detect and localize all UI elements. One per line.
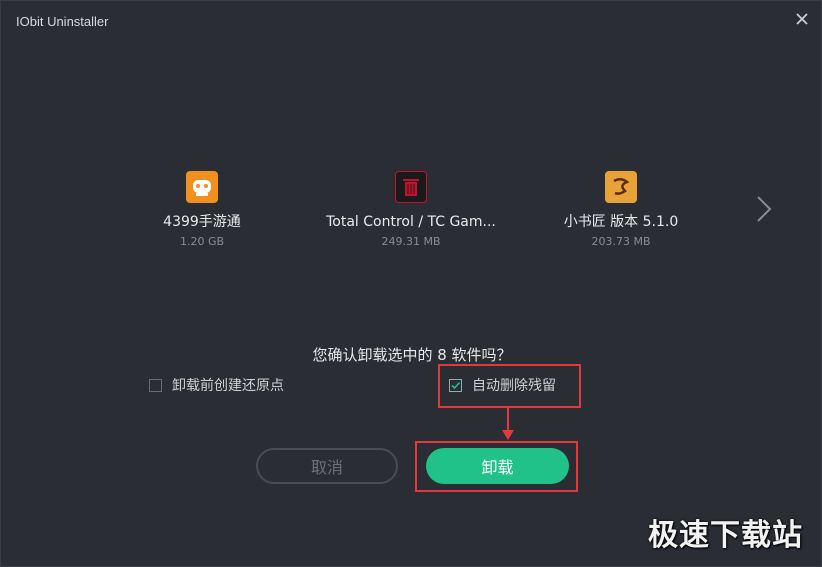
restore-point-label: 卸载前创建还原点 bbox=[172, 378, 284, 394]
uninstall-button[interactable]: 卸载 bbox=[426, 448, 569, 484]
app-name: 4399手游通 bbox=[163, 214, 241, 230]
uninstall-dialog: IObit Uninstaller 4399手游通 1.20 GB Total … bbox=[0, 0, 822, 567]
auto-delete-label: 自动删除残留 bbox=[472, 378, 556, 394]
chevron-right-icon[interactable] bbox=[753, 194, 775, 224]
close-icon[interactable] bbox=[793, 10, 811, 28]
app-size: 1.20 GB bbox=[179, 235, 225, 248]
arrow-down-icon bbox=[502, 406, 514, 440]
cancel-button[interactable]: 取消 bbox=[256, 448, 398, 484]
auto-delete-option[interactable]: 自动删除残留 bbox=[449, 375, 556, 395]
watermark: 极速下载站 bbox=[648, 518, 803, 553]
app-size: 203.73 MB bbox=[591, 235, 651, 248]
app-name: Total Control / TC Gam... bbox=[326, 214, 496, 230]
restore-point-option[interactable]: 卸载前创建还原点 bbox=[149, 375, 284, 395]
app-item: Total Control / TC Gam... 249.31 MB bbox=[311, 171, 511, 248]
auto-delete-checkbox[interactable] bbox=[449, 378, 462, 392]
app-item: 小书匠 版本 5.1.0 203.73 MB bbox=[521, 171, 721, 248]
app-name: 小书匠 版本 5.1.0 bbox=[563, 214, 679, 230]
app-item: 4399手游通 1.20 GB bbox=[102, 171, 302, 248]
check-icon bbox=[451, 381, 461, 389]
window-title: IObit Uninstaller bbox=[16, 14, 109, 29]
confirm-question: 您确认卸载选中的 8 软件吗？ bbox=[312, 346, 512, 364]
xiaoshujiang-app-icon bbox=[605, 171, 637, 203]
4399-app-icon bbox=[186, 171, 218, 203]
app-size: 249.31 MB bbox=[381, 235, 441, 248]
trash-app-icon bbox=[395, 171, 427, 203]
app-list: 4399手游通 1.20 GB Total Control / TC Gam..… bbox=[1, 171, 822, 261]
restore-point-checkbox[interactable] bbox=[149, 378, 162, 392]
